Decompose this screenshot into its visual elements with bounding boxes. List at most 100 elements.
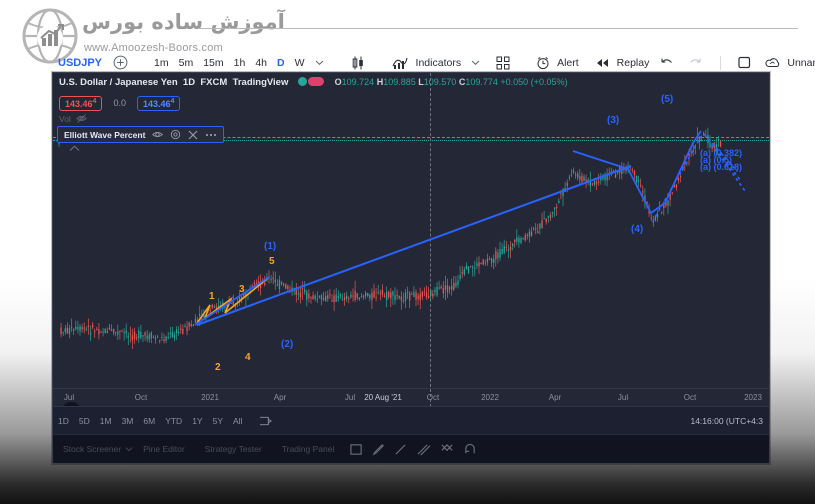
layout-name: Unnamed <box>787 57 815 69</box>
grid-icon <box>496 56 510 70</box>
wave-label: 5 <box>269 256 275 267</box>
x-axis[interactable]: JulOct2021AprJul20 Aug '21Oct2022AprJulO… <box>53 388 769 407</box>
toolbar-divider-5 <box>720 56 721 70</box>
toolbar-right-group: Unnamed <box>654 53 815 72</box>
stock-screener-button[interactable]: Stock Screener <box>53 442 131 456</box>
indicator-name: Elliott Wave Percent <box>64 130 145 140</box>
x-axis-tick: Oct <box>427 393 439 402</box>
x-axis-tick: Jul <box>618 393 628 402</box>
indicator-settings-button[interactable] <box>170 129 181 140</box>
chart-type-button[interactable] <box>345 53 371 73</box>
interval-d[interactable]: D <box>272 55 290 71</box>
x-axis-tick: Oct <box>135 393 147 402</box>
range-1y[interactable]: 1Y <box>187 414 207 428</box>
watermark-rule <box>198 28 798 29</box>
volume-label: Vol <box>59 114 71 124</box>
alert-label: Alert <box>557 57 579 69</box>
rectangle-icon[interactable] <box>350 443 363 456</box>
alarm-clock-icon <box>536 56 550 70</box>
wave-label: 3 <box>239 284 245 295</box>
interval-1h[interactable]: 1h <box>229 55 251 71</box>
interval-15m[interactable]: 15m <box>198 55 228 71</box>
wave-label: (2) <box>281 339 293 350</box>
interval-4h[interactable]: 4h <box>250 55 272 71</box>
saved-layout-button[interactable]: Unnamed <box>760 55 815 71</box>
templates-button[interactable] <box>491 54 515 72</box>
range-3m[interactable]: 3M <box>117 414 139 428</box>
range-all[interactable]: All <box>228 414 247 428</box>
symbol-button[interactable]: USDJPY <box>0 57 102 69</box>
chart-canvas[interactable]: U.S. Dollar / Japanese Yen 1D FXCM Tradi… <box>53 73 769 463</box>
magnet-icon[interactable] <box>463 443 477 456</box>
chart-interval: 1D <box>183 77 195 88</box>
screener-caret-icon[interactable] <box>125 445 133 453</box>
ohlc-change: +0.050 (+0.05%) <box>500 77 567 87</box>
x-axis-tick: Apr <box>549 393 561 402</box>
indicator-eye-button[interactable] <box>152 129 163 140</box>
instrument-name: U.S. Dollar / Japanese Yen <box>59 77 178 88</box>
x-axis-tick: Jul <box>345 393 355 402</box>
add-symbol-button[interactable] <box>108 53 133 72</box>
chart-window[interactable]: U.S. Dollar / Japanese Yen 1D FXCM Tradi… <box>52 72 770 464</box>
range-ytd[interactable]: YTD <box>160 414 187 428</box>
up-color-swatch <box>298 77 307 86</box>
wave-label: (4) <box>631 224 643 235</box>
pine-editor-button[interactable]: Pine Editor <box>133 442 195 456</box>
pencil-icon[interactable] <box>372 443 385 456</box>
fib-projection-label: (a) (0.618) <box>700 162 742 172</box>
x-axis-tick: Jul <box>64 393 74 402</box>
undo-button[interactable] <box>654 54 679 71</box>
indicator-legend[interactable]: Elliott Wave Percent <box>57 126 224 143</box>
interval-1m[interactable]: 1m <box>149 55 174 71</box>
trend-line-icon[interactable] <box>394 443 407 456</box>
badge-blue-value: 143.46 <box>143 99 171 109</box>
top-toolbar: USDJPY 1m 5m 15m 1h 4h D W <box>0 50 815 75</box>
x-axis-tick: Oct <box>684 393 696 402</box>
indicators-caret-button[interactable] <box>466 56 485 69</box>
pane-collapse-button[interactable] <box>69 145 80 152</box>
trading-panel-button[interactable]: Trading Panel <box>272 442 345 456</box>
drawing-tool-group <box>350 443 477 456</box>
date-range-button[interactable] <box>247 413 277 429</box>
interval-more-button[interactable] <box>310 56 329 69</box>
replay-button[interactable]: Replay <box>590 55 655 71</box>
wave-label: 1 <box>209 291 215 302</box>
indicator-close-button[interactable] <box>188 130 198 140</box>
volume-legend[interactable]: Vol <box>59 113 87 124</box>
fib-projection-dots <box>653 133 745 221</box>
elliott-wave-lines <box>195 131 701 325</box>
ohlc-open-value: 109.724 <box>342 77 375 87</box>
range-1d[interactable]: 1D <box>53 414 74 428</box>
parallel-lines-icon[interactable] <box>416 443 431 456</box>
x-axis-tick: 2022 <box>481 393 499 402</box>
strategy-tester-button[interactable]: Strategy Tester <box>195 442 272 456</box>
layout-button[interactable] <box>733 54 756 71</box>
ohlc-close-value: 109.774 <box>465 77 498 87</box>
interval-w[interactable]: W <box>290 55 310 71</box>
fork-icon[interactable] <box>440 443 454 456</box>
down-color-swatch <box>308 77 324 86</box>
range-6m[interactable]: 6M <box>138 414 160 428</box>
indicator-more-button[interactable] <box>205 130 217 140</box>
alert-button[interactable]: Alert <box>531 54 584 72</box>
badge-blue[interactable]: 143.464 <box>137 96 180 111</box>
redo-button[interactable] <box>683 54 708 71</box>
eye-crossed-icon[interactable] <box>76 113 87 124</box>
range-5d[interactable]: 5D <box>74 414 95 428</box>
chevron-down-icon <box>125 445 133 453</box>
candlestick-icon <box>350 55 366 71</box>
chart-exchange: FXCM <box>200 77 227 88</box>
range-1m[interactable]: 1M <box>95 414 117 428</box>
interval-5m[interactable]: 5m <box>174 55 199 71</box>
badge-red-value: 143.46 <box>65 99 93 109</box>
replay-label: Replay <box>617 57 650 69</box>
ohlc-open-key: O <box>335 77 342 87</box>
x-axis-tick: Apr <box>274 393 286 402</box>
x-axis-tick: 20 Aug '21 <box>364 393 402 402</box>
wave-label: 2 <box>215 362 221 373</box>
chart-legend: U.S. Dollar / Japanese Yen 1D FXCM Tradi… <box>59 77 765 93</box>
badge-red[interactable]: 143.464 <box>59 96 102 111</box>
indicators-button[interactable]: Indicators <box>387 54 467 72</box>
gear-icon <box>170 129 181 140</box>
range-5y[interactable]: 5Y <box>208 414 228 428</box>
